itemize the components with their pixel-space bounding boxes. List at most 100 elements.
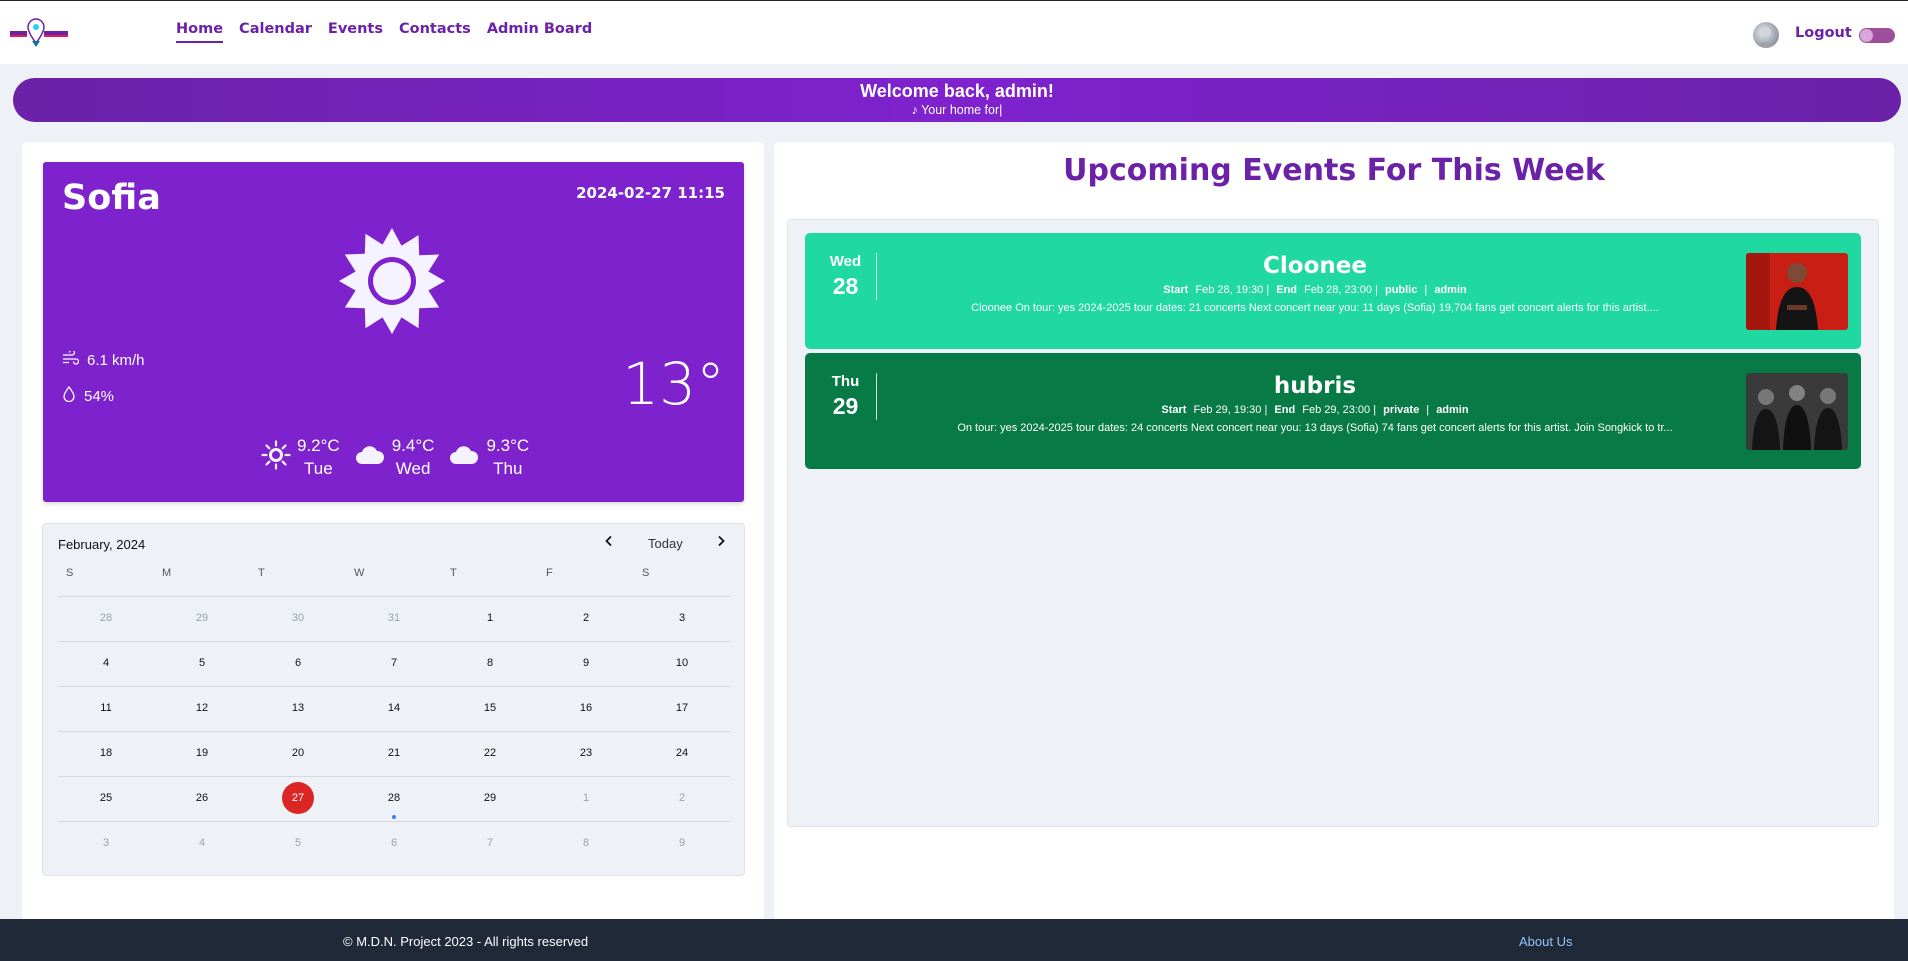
calendar-week: 25 26 27 28 29 1 2 — [58, 776, 730, 821]
calendar-day-today[interactable]: 27 — [250, 777, 346, 821]
event-description: Cloonee On tour: yes 2024-2025 tour date… — [971, 302, 1659, 314]
event-card[interactable]: Wed 28 Cloonee Start Feb 28, 19:30 | End… — [805, 233, 1861, 349]
calendar-day[interactable]: 7 — [442, 822, 538, 866]
calendar-day[interactable]: 6 — [250, 642, 346, 686]
event-name: Cloonee — [1263, 253, 1367, 279]
event-weekday: Thu — [831, 373, 860, 390]
chevron-right-icon[interactable] — [715, 534, 727, 551]
calendar-day[interactable]: 8 — [442, 642, 538, 686]
calendar-day[interactable]: 3 — [58, 822, 154, 866]
calendar-day[interactable]: 7 — [346, 642, 442, 686]
calendar-day[interactable]: 1 — [442, 597, 538, 641]
chevron-left-icon[interactable] — [603, 534, 615, 551]
calendar-day[interactable]: 9 — [538, 642, 634, 686]
copyright-text: © M.D.N. Project 2023 - All rights reser… — [343, 934, 589, 949]
main-nav: Home Calendar Events Contacts Admin Boar… — [176, 21, 608, 43]
calendar-week: 11 12 13 14 15 16 17 — [58, 686, 730, 731]
calendar-week: 4 5 6 7 8 9 10 — [58, 641, 730, 686]
calendar-day[interactable]: 4 — [154, 822, 250, 866]
calendar-day[interactable]: 8 — [538, 822, 634, 866]
footer: © M.D.N. Project 2023 - All rights reser… — [0, 919, 1908, 961]
event-day: 28 — [832, 273, 859, 299]
welcome-subtitle: ♪ Your home for| — [911, 103, 1003, 117]
about-us-link[interactable]: About Us — [1519, 934, 1572, 949]
nav-contacts[interactable]: Contacts — [399, 21, 471, 43]
calendar-day[interactable]: 13 — [250, 687, 346, 731]
user-avatar[interactable] — [1753, 22, 1779, 48]
nav-events[interactable]: Events — [328, 21, 383, 43]
event-thumbnail — [1746, 253, 1848, 330]
calendar-day[interactable]: 24 — [634, 732, 730, 776]
event-end-label: End — [1274, 404, 1296, 416]
weekday-label: T — [450, 567, 457, 579]
sun-icon — [261, 439, 291, 475]
calendar-day[interactable]: 29 — [442, 777, 538, 821]
theme-toggle[interactable] — [1859, 28, 1895, 43]
forecast-dayname: Tue — [304, 459, 333, 478]
calendar-day[interactable]: 3 — [634, 597, 730, 641]
forecast-day: 9.3°C Thu — [448, 434, 529, 480]
calendar-day[interactable]: 15 — [442, 687, 538, 731]
calendar-day[interactable]: 30 — [250, 597, 346, 641]
event-start: Feb 28, 19:30 | — [1195, 284, 1270, 296]
forecast-day: 9.2°C Tue — [261, 434, 340, 480]
calendar-week: 28 29 30 31 1 2 3 — [58, 596, 730, 641]
calendar-day[interactable]: 11 — [58, 687, 154, 731]
nav-admin-board[interactable]: Admin Board — [487, 21, 592, 43]
calendar-day[interactable]: 5 — [250, 822, 346, 866]
calendar-day[interactable]: 2 — [634, 777, 730, 821]
event-start-label: Start — [1161, 404, 1187, 416]
calendar-day[interactable]: 2 — [538, 597, 634, 641]
calendar-week: 18 19 20 21 22 23 24 — [58, 731, 730, 776]
event-card[interactable]: Thu 29 hubris Start Feb 29, 19:30 | End … — [805, 353, 1861, 469]
calendar-day[interactable]: 5 — [154, 642, 250, 686]
calendar-day[interactable]: 31 — [346, 597, 442, 641]
calendar-day[interactable]: 4 — [58, 642, 154, 686]
calendar-day[interactable]: 16 — [538, 687, 634, 731]
calendar-day[interactable]: 12 — [154, 687, 250, 731]
calendar-day[interactable]: 1 — [538, 777, 634, 821]
calendar-day[interactable]: 28 — [58, 597, 154, 641]
calendar-day[interactable]: 28 — [346, 777, 442, 821]
weather-datetime: 2024-02-27 11:15 — [576, 184, 725, 202]
calendar-day[interactable]: 6 — [346, 822, 442, 866]
nav-calendar[interactable]: Calendar — [239, 21, 312, 43]
calendar-day[interactable]: 10 — [634, 642, 730, 686]
event-description: On tour: yes 2024-2025 tour dates: 24 co… — [957, 422, 1673, 434]
calendar-day[interactable]: 21 — [346, 732, 442, 776]
calendar-day[interactable]: 26 — [154, 777, 250, 821]
calendar-day[interactable]: 17 — [634, 687, 730, 731]
event-end: Feb 29, 23:00 | — [1302, 404, 1377, 416]
welcome-banner: Welcome back, admin! ♪ Your home for| — [13, 78, 1901, 122]
nav-home[interactable]: Home — [176, 21, 224, 43]
mini-calendar: February, 2024 Today S M T W T F S 28 29… — [42, 523, 745, 876]
forecast-temp: 9.4°C — [391, 436, 435, 455]
forecast-dayname: Thu — [493, 459, 523, 478]
event-owner: admin — [1434, 284, 1467, 296]
meta-separator: | — [1424, 284, 1428, 296]
calendar-day[interactable]: 19 — [154, 732, 250, 776]
weather-city: Sofia — [62, 178, 161, 218]
wind-icon — [62, 349, 80, 369]
event-owner: admin — [1436, 404, 1469, 416]
event-meta: Start Feb 29, 19:30 | End Feb 29, 23:00 … — [895, 404, 1735, 416]
calendar-day[interactable]: 9 — [634, 822, 730, 866]
calendar-today-button[interactable]: Today — [648, 536, 683, 551]
humidity-value: 54% — [84, 387, 115, 405]
event-start-label: Start — [1163, 284, 1189, 296]
calendar-grid: 28 29 30 31 1 2 3 4 5 6 7 8 9 10 11 12 1… — [58, 596, 730, 866]
logout-button[interactable]: Logout — [1795, 25, 1852, 41]
droplet-icon — [62, 385, 76, 406]
calendar-day[interactable]: 23 — [538, 732, 634, 776]
event-thumbnail — [1746, 373, 1848, 450]
calendar-day[interactable]: 25 — [58, 777, 154, 821]
calendar-day[interactable]: 29 — [154, 597, 250, 641]
calendar-day[interactable]: 20 — [250, 732, 346, 776]
weekday-label: T — [258, 567, 265, 579]
app-logo[interactable] — [10, 15, 72, 51]
calendar-day[interactable]: 18 — [58, 732, 154, 776]
weekday-label: S — [642, 567, 650, 579]
event-end: Feb 28, 23:00 | — [1304, 284, 1378, 296]
calendar-day[interactable]: 22 — [442, 732, 538, 776]
calendar-day[interactable]: 14 — [346, 687, 442, 731]
